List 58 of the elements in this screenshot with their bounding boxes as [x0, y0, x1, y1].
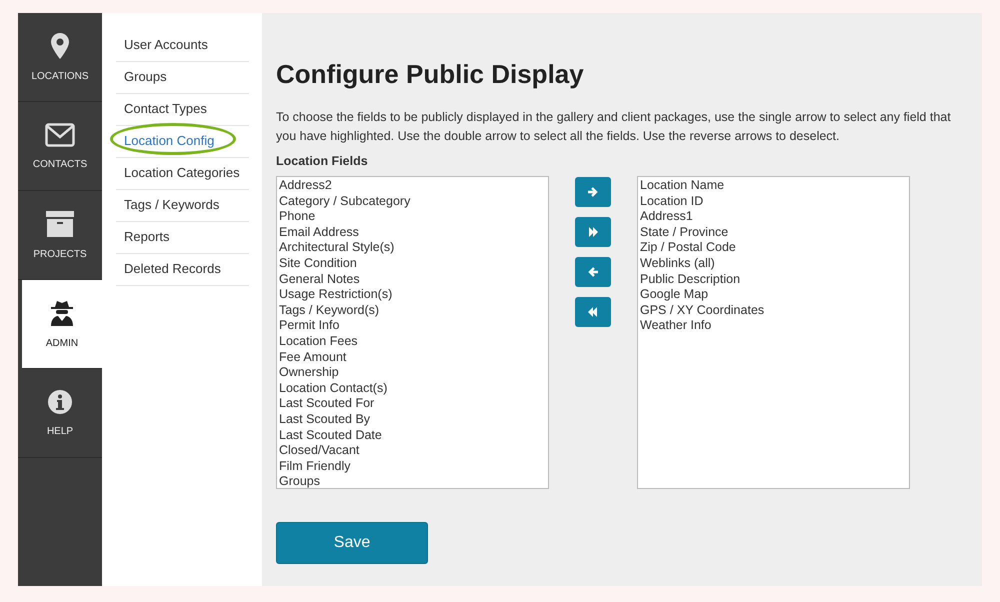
nav-item[interactable]: ADMIN	[22, 280, 102, 369]
list-option[interactable]: Weblinks (all)	[640, 256, 907, 272]
submenu-item[interactable]: User Accounts	[116, 30, 249, 62]
move-button[interactable]	[575, 177, 611, 207]
list-option[interactable]: Address2	[279, 178, 546, 194]
list-option[interactable]: Location ID	[640, 194, 907, 210]
list-option[interactable]: Tags / Keyword(s)	[279, 302, 546, 318]
submenu-item[interactable]: Location Categories	[116, 158, 249, 190]
list-option[interactable]: Permit Info	[279, 318, 546, 334]
list-option[interactable]: Phone	[279, 209, 546, 225]
left-arrow-icon	[587, 266, 599, 278]
list-option[interactable]: Email Address	[279, 224, 546, 240]
selected-fields-list[interactable]: Location Name Location ID Address1 State / Province Zip / Postal Code Weblinks (all) Public Description Google Map GPS / XY Coordinates Weather Info	[637, 176, 910, 489]
map-pin-icon	[51, 32, 69, 58]
list-option[interactable]: Ownership	[279, 365, 546, 381]
move-button[interactable]	[575, 257, 611, 287]
list-option[interactable]: Usage Restriction(s)	[279, 287, 546, 303]
envelope-icon	[45, 122, 75, 146]
list-option[interactable]: Fee Amount	[279, 350, 546, 366]
submenu-item[interactable]: Deleted Records	[116, 254, 249, 286]
list-option[interactable]: Film Friendly	[279, 458, 546, 474]
list-option[interactable]: Last Scouted For	[279, 396, 546, 412]
page-title: Configure Public Display	[276, 59, 585, 90]
right-arrow-icon	[587, 186, 599, 198]
double-right-arrow-icon	[587, 226, 599, 238]
move-button[interactable]	[575, 217, 611, 247]
list-option[interactable]: Weather Info	[640, 318, 907, 334]
list-option[interactable]: Last Scouted By	[279, 412, 546, 428]
list-option[interactable]: Address1	[640, 209, 907, 225]
description-text: To choose the fields to be publicly displayed in the gallery and client packages, use the single arrow to select any field that you have highlighted. Use the double arrow to select all the fields. Use the reverse arrows to deselect.	[276, 109, 952, 145]
list-option[interactable]: Closed/Vacant	[279, 443, 546, 459]
list-option[interactable]: General Notes	[279, 272, 546, 288]
list-option[interactable]: Site Condition	[279, 256, 546, 272]
fields-label: Location Fields	[276, 154, 369, 168]
save-button[interactable]: Save	[276, 522, 428, 564]
archive-box-icon	[46, 210, 74, 236]
double-left-arrow-icon	[587, 306, 599, 318]
move-button[interactable]	[575, 297, 611, 327]
list-option[interactable]: Last Scouted Date	[279, 428, 546, 444]
list-option[interactable]: Groups	[279, 474, 546, 490]
spy-icon	[50, 300, 74, 326]
submenu-item[interactable]: Groups	[116, 62, 249, 94]
submenu-item[interactable]: Location Config	[116, 126, 249, 158]
list-option[interactable]: Location Fees	[279, 334, 546, 350]
list-option[interactable]: Public Description	[640, 272, 907, 288]
submenu-item[interactable]: Contact Types	[116, 94, 249, 126]
list-option[interactable]: Zip / Postal Code	[640, 240, 907, 256]
available-fields-list[interactable]	[276, 176, 549, 489]
list-option[interactable]: Location Name	[640, 178, 907, 194]
list-option[interactable]: State / Province	[640, 224, 907, 240]
list-option[interactable]: GPS / XY Coordinates	[640, 302, 907, 318]
list-option[interactable]: Category / Subcategory	[279, 194, 546, 210]
list-option[interactable]: Google Map	[640, 287, 907, 303]
list-option[interactable]: Architectural Style(s)	[279, 240, 546, 256]
submenu-item[interactable]: Tags / Keywords	[116, 190, 249, 222]
info-icon	[48, 390, 72, 414]
list-option[interactable]: Location Contact(s)	[279, 380, 546, 396]
submenu-item[interactable]: Reports	[116, 222, 249, 254]
